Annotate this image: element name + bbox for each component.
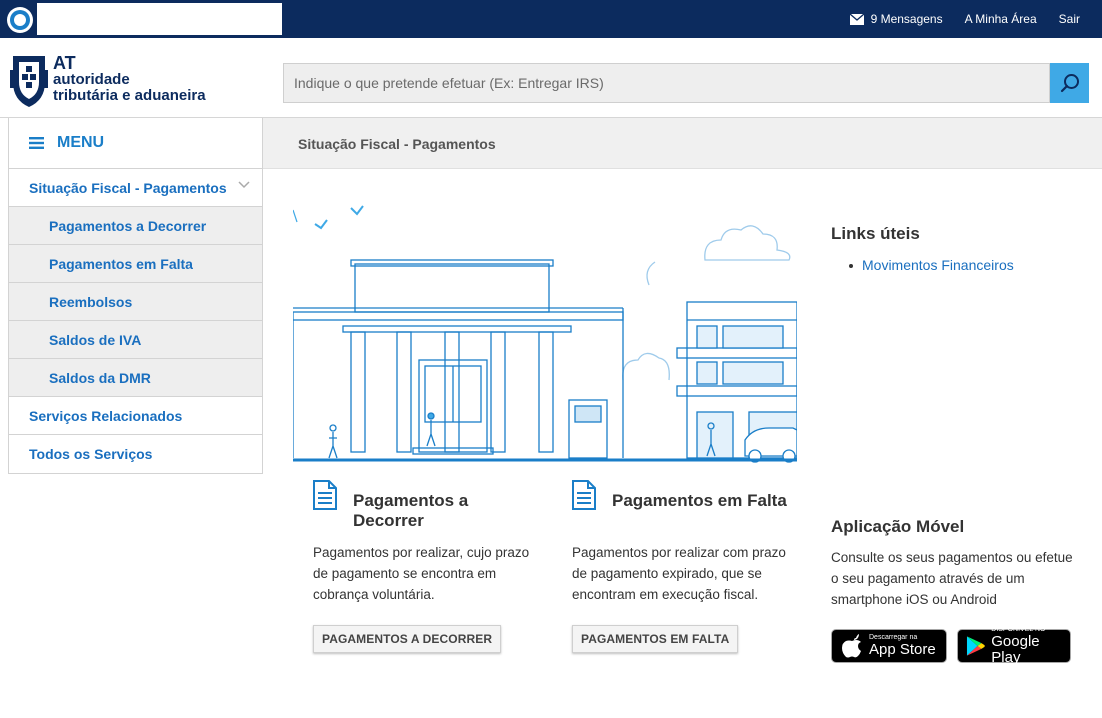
- card-title: Pagamentos a Decorrer: [353, 491, 469, 530]
- coat-of-arms-icon: [10, 56, 48, 107]
- search-button[interactable]: [1050, 63, 1089, 103]
- envelope-icon: [849, 13, 864, 25]
- sidebar-item-label: Situação Fiscal - Pagamentos: [29, 179, 227, 196]
- hamburger-icon: [29, 137, 44, 149]
- apple-icon: [842, 634, 861, 658]
- sidebar-item-label: Todos os Serviços: [29, 446, 153, 462]
- my-area-link[interactable]: A Minha Área: [965, 12, 1037, 26]
- pagamentos-falta-button[interactable]: PAGAMENTOS EM FALTA: [572, 625, 739, 653]
- menu-toggle[interactable]: MENU: [9, 118, 262, 169]
- google-play-badge[interactable]: DISPONÍVEL NO Google Play: [957, 626, 1071, 666]
- brand-line1: autoridade: [53, 71, 130, 88]
- links-title: Links úteis: [831, 224, 920, 243]
- messages-link[interactable]: 9 Mensagens: [849, 12, 943, 26]
- document-icon: [572, 480, 596, 510]
- top-bar: 9 Mensagens A Minha Área Sair: [0, 0, 1102, 38]
- sidebar-item-servicos-relacionados[interactable]: Serviços Relacionados: [9, 397, 262, 435]
- app-store-badge[interactable]: Descarregar na App Store: [831, 629, 947, 663]
- sidebar-item-saldos-dmr[interactable]: Saldos da DMR: [9, 359, 262, 397]
- document-icon: [313, 480, 337, 510]
- sidebar-item-label: Reembolsos: [49, 293, 133, 310]
- sidebar-item-situacao-fiscal[interactable]: Situação Fiscal - Pagamentos: [9, 169, 262, 207]
- search-bar: [283, 63, 1089, 103]
- at-logo[interactable]: AT autoridade tributária e aduaneira: [10, 52, 225, 110]
- app-description: Consulte os seus pagamentos ou efetue o …: [831, 550, 1073, 607]
- sidebar-item-pagamentos-falta[interactable]: Pagamentos em Falta: [9, 245, 262, 283]
- link-movimentos-financeiros[interactable]: Movimentos Financeiros: [849, 257, 1014, 273]
- breadcrumb-label: Situação Fiscal - Pagamentos: [298, 136, 496, 152]
- card-title: Pagamentos em Falta: [612, 491, 787, 510]
- card-description: Pagamentos por realizar com prazo de pag…: [572, 545, 786, 602]
- sidebar-item-todos-servicos[interactable]: Todos os Serviços: [9, 435, 262, 473]
- googleplay-big-text: Google Play: [991, 633, 1040, 666]
- appstore-big-text: App Store: [869, 641, 936, 658]
- search-input[interactable]: [283, 63, 1050, 103]
- sidebar-item-label: Serviços Relacionados: [29, 407, 183, 424]
- links-list: Movimentos Financeiros: [849, 257, 1014, 273]
- hero-illustration: [292, 190, 798, 465]
- brand-at: AT: [53, 53, 76, 73]
- sidebar-item-label: Saldos da DMR: [49, 369, 151, 386]
- sidebar-item-label: Pagamentos em Falta: [49, 255, 193, 272]
- user-avatar-icon[interactable]: [7, 7, 33, 33]
- sidebar: MENU Situação Fiscal - Pagamentos Pagame…: [8, 118, 263, 474]
- app-title: Aplicação Móvel: [831, 517, 965, 536]
- header: AT autoridade tributária e aduaneira: [0, 38, 1102, 118]
- card-description: Pagamentos por realizar, cujo prazo de p…: [313, 545, 530, 602]
- pagamentos-decorrer-button[interactable]: PAGAMENTOS A DECORRER: [313, 625, 502, 653]
- google-play-icon: [966, 636, 985, 656]
- link-label: Movimentos Financeiros: [862, 257, 1014, 273]
- sidebar-item-label: Pagamentos a Decorrer: [49, 217, 207, 234]
- messages-label: 9 Mensagens: [870, 12, 943, 26]
- sidebar-item-saldos-iva[interactable]: Saldos de IVA: [9, 321, 262, 359]
- search-icon: [1060, 74, 1079, 93]
- user-name-field: [37, 3, 282, 35]
- breadcrumb: Situação Fiscal - Pagamentos: [263, 118, 1102, 169]
- menu-label: MENU: [57, 134, 105, 151]
- brand-line2: tributária e aduaneira: [53, 87, 206, 104]
- sidebar-item-pagamentos-decorrer[interactable]: Pagamentos a Decorrer: [9, 207, 262, 245]
- logout-link[interactable]: Sair: [1059, 12, 1080, 26]
- sidebar-item-label: Saldos de IVA: [49, 331, 142, 348]
- chevron-down-icon: [238, 181, 250, 189]
- sidebar-item-reembolsos[interactable]: Reembolsos: [9, 283, 262, 321]
